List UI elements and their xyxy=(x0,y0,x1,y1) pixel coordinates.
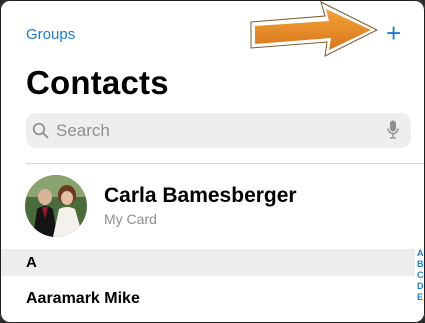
index-letter[interactable]: D xyxy=(417,281,425,292)
alphabet-index[interactable]: A B C D E xyxy=(417,248,425,303)
divider xyxy=(26,163,425,164)
contacts-screen: Groups + Contacts Search Carla Bamesberg… xyxy=(0,0,425,323)
microphone-icon[interactable] xyxy=(387,120,399,140)
contact-row[interactable]: Aaramark Mike xyxy=(26,290,140,308)
my-card-name[interactable]: Carla Bamesberger xyxy=(104,184,297,208)
add-contact-button[interactable]: + xyxy=(386,20,401,46)
index-letter[interactable]: C xyxy=(417,270,425,281)
index-letter[interactable]: E xyxy=(417,292,425,303)
index-letter[interactable]: A xyxy=(417,248,425,259)
search-input[interactable]: Search xyxy=(26,113,411,148)
section-header: A xyxy=(0,249,415,276)
page-title: Contacts xyxy=(26,64,169,101)
search-icon xyxy=(32,122,49,139)
groups-button[interactable]: Groups xyxy=(26,26,75,43)
index-letter[interactable]: B xyxy=(417,259,425,270)
search-placeholder: Search xyxy=(56,121,110,140)
avatar[interactable] xyxy=(25,175,87,237)
my-card-label: My Card xyxy=(104,211,157,227)
annotation-arrow-icon xyxy=(250,1,379,57)
section-letter: A xyxy=(26,254,37,271)
